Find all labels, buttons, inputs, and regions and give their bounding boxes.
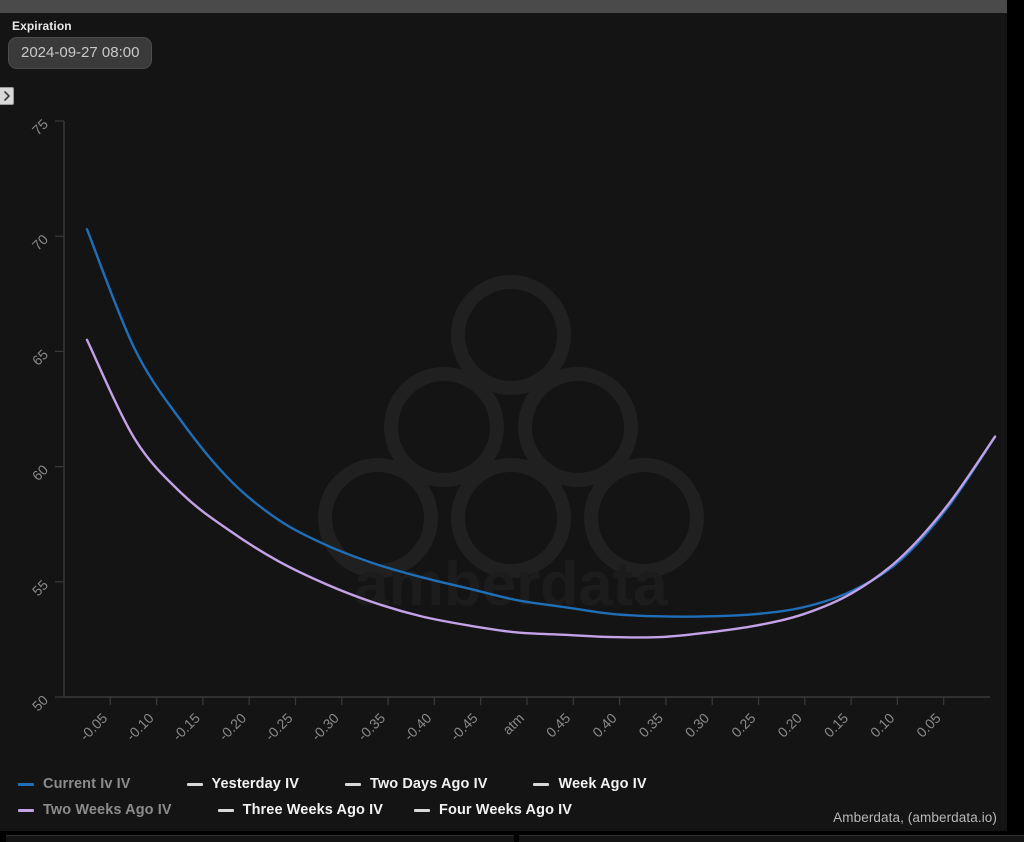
y-tick-label: 70 bbox=[29, 231, 51, 253]
y-axis-ticks: 50 55 60 65 70 75 bbox=[29, 116, 64, 714]
x-tick-label: -0.30 bbox=[308, 710, 342, 744]
legend-item-two-days-ago-iv[interactable]: Two Days Ago IV bbox=[344, 776, 488, 792]
chevron-right-icon bbox=[3, 91, 10, 101]
legend-item-label: Three Weeks Ago IV bbox=[242, 802, 384, 818]
attribution-text: Amberdata, (amberdata.io) bbox=[833, 810, 997, 825]
iv-smile-chart-window: amberdata 50 55 60 65 70 75 -0.05 -0.10 -0.15 -0… bbox=[0, 0, 1024, 842]
legend-swatch bbox=[217, 808, 234, 812]
expiration-control: Expiration 2024-09-27 08:00 bbox=[8, 19, 153, 69]
series-line-current-iv-iv bbox=[85, 228, 997, 618]
legend-item-label: Two Days Ago IV bbox=[369, 776, 488, 792]
x-tick-label: 0.45 bbox=[543, 710, 574, 741]
legend-swatch bbox=[186, 782, 203, 786]
legend-item-yesterday-iv[interactable]: Yesterday IV bbox=[186, 776, 299, 792]
y-tick-label: 65 bbox=[29, 346, 51, 368]
lower-panels-strip bbox=[0, 831, 1024, 842]
x-tick-label: -0.45 bbox=[447, 710, 481, 744]
x-tick-label: atm bbox=[499, 710, 527, 738]
series-lines bbox=[85, 228, 997, 639]
x-tick-label: 0.30 bbox=[682, 710, 713, 741]
expiration-value-chip[interactable]: 2024-09-27 08:00 bbox=[8, 37, 153, 69]
x-tick-label: -0.25 bbox=[262, 710, 296, 744]
legend-item-label: Yesterday IV bbox=[211, 776, 299, 792]
legend-item-label: Four Weeks Ago IV bbox=[439, 802, 573, 818]
legend-swatch bbox=[414, 808, 431, 812]
window-right-gutter bbox=[1007, 0, 1024, 842]
x-tick-label: -0.20 bbox=[215, 710, 249, 744]
y-tick-label: 50 bbox=[29, 692, 51, 714]
expiration-label: Expiration bbox=[12, 19, 72, 33]
x-tick-label: 0.35 bbox=[635, 710, 666, 741]
x-tick-label: -0.10 bbox=[123, 710, 157, 744]
x-tick-label: 0.15 bbox=[821, 710, 852, 741]
legend-item-label: Two Weeks Ago IV bbox=[43, 802, 172, 818]
legend-item-label: Week Ago IV bbox=[558, 776, 647, 792]
y-tick-label: 75 bbox=[29, 116, 51, 138]
legend-item-two-weeks-ago-iv[interactable]: Two Weeks Ago IV bbox=[18, 802, 172, 818]
x-tick-label: 0.25 bbox=[728, 710, 759, 741]
window-titlebar bbox=[0, 0, 1007, 13]
legend-item-current-iv[interactable]: Current Iv IV bbox=[18, 776, 131, 792]
x-tick-label: -0.35 bbox=[354, 710, 388, 744]
y-tick-label: 55 bbox=[29, 576, 51, 598]
legend-item-label: Current Iv IV bbox=[43, 776, 131, 792]
legend-swatch bbox=[344, 782, 361, 786]
x-tick-label: 0.20 bbox=[774, 710, 805, 741]
y-tick-label: 60 bbox=[29, 461, 51, 483]
lower-panel-1 bbox=[6, 835, 514, 842]
chart-panel: amberdata 50 55 60 65 70 75 -0.05 -0.10 -0.15 -0… bbox=[0, 13, 1007, 831]
plot-area: 50 55 60 65 70 75 -0.05 -0.10 -0.15 -0.20 -0.25 -0… bbox=[0, 13, 1007, 758]
x-tick-label: 0.10 bbox=[867, 710, 898, 741]
iv-smile-plot: 505560657075 -0.05 -0.10 -0.15 -0.20 -0.25 -0… bbox=[29, 116, 997, 744]
legend-item-four-weeks-ago-iv[interactable]: Four Weeks Ago IV bbox=[414, 802, 572, 818]
legend-item-week-ago-iv[interactable]: Week Ago IV bbox=[533, 776, 647, 792]
x-tick-label: -0.40 bbox=[401, 710, 435, 744]
series-line-two-weeks-ago-iv bbox=[85, 338, 997, 639]
x-axis-ticks: -0.05 -0.10 -0.15 -0.20 -0.25 -0.30 -0.35 -0.40… bbox=[77, 697, 945, 744]
legend-swatch bbox=[533, 782, 550, 786]
x-tick-label: 0.40 bbox=[589, 710, 620, 741]
x-tick-label: -0.15 bbox=[169, 710, 203, 744]
x-tick-label: -0.05 bbox=[77, 710, 111, 744]
sidebar-expand-button[interactable] bbox=[0, 87, 14, 105]
lower-panel-2 bbox=[519, 835, 1024, 842]
legend-item-three-weeks-ago-iv[interactable]: Three Weeks Ago IV bbox=[217, 802, 384, 818]
legend-row: Current Iv IV Yesterday IV Two Days Ago … bbox=[18, 771, 1007, 797]
legend-swatch bbox=[18, 782, 34, 786]
legend-swatch bbox=[18, 808, 34, 812]
x-tick-label: 0.05 bbox=[913, 710, 944, 741]
